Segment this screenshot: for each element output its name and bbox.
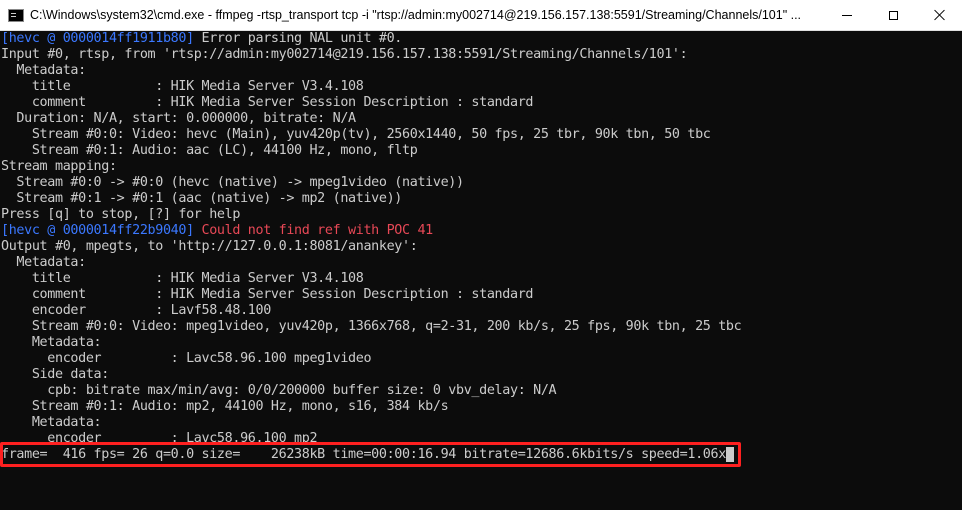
console-line: Duration: N/A, start: 0.000000, bitrate:…: [0, 111, 944, 127]
console-text: Metadata:: [1, 415, 102, 430]
console-line: Stream #0:0: Video: hevc (Main), yuv420p…: [0, 127, 944, 143]
console-line: encoder : Lavc58.96.100 mp2: [0, 431, 944, 447]
scrollbar[interactable]: [945, 31, 962, 510]
console-text: Stream #0:1: Audio: aac (LC), 44100 Hz, …: [1, 143, 418, 158]
console-text: comment : HIK Media Server Session Descr…: [1, 95, 534, 110]
console-text: Stream mapping:: [1, 159, 117, 174]
close-button[interactable]: [916, 0, 962, 30]
console-line: Press [q] to stop, [?] for help: [0, 207, 944, 223]
console-line: Metadata:: [0, 335, 944, 351]
log-source-prefix: [hevc @ 0000014ff1911b80]: [1, 31, 194, 46]
console-text: Duration: N/A, start: 0.000000, bitrate:…: [1, 111, 356, 126]
console-line: Stream #0:0 -> #0:0 (hevc (native) -> mp…: [0, 175, 944, 191]
console-text: cpb: bitrate max/min/avg: 0/0/200000 buf…: [1, 383, 557, 398]
window-controls: [824, 0, 962, 30]
console-line: Side data:: [0, 367, 944, 383]
console-line: Stream #0:1: Audio: aac (LC), 44100 Hz, …: [0, 143, 944, 159]
maximize-button[interactable]: [870, 0, 916, 30]
error-message: Could not find ref with POC 41: [193, 223, 434, 238]
console-text: title : HIK Media Server V3.4.108: [1, 271, 364, 286]
console-text: Input #0, rtsp, from 'rtsp://admin:my002…: [1, 47, 688, 62]
minimize-button[interactable]: [824, 0, 870, 30]
progress-status-line: frame= 416 fps= 26 q=0.0 size= 26238kB t…: [0, 447, 944, 463]
console-text: Stream #0:0: Video: hevc (Main), yuv420p…: [1, 127, 711, 142]
console-line: Stream #0:0: Video: mpeg1video, yuv420p,…: [0, 319, 944, 335]
console-text: Press [q] to stop, [?] for help: [1, 207, 241, 222]
console-line: title : HIK Media Server V3.4.108: [0, 271, 944, 287]
console-text: Stream #0:1 -> #0:1 (aac (native) -> mp2…: [1, 191, 403, 206]
console-text: Metadata:: [1, 255, 86, 270]
close-icon: [933, 9, 945, 21]
console-text: encoder : Lavc58.96.100 mp2: [1, 431, 318, 446]
minimize-icon: [842, 14, 852, 16]
console-text: Side data:: [1, 367, 109, 382]
console-line: cpb: bitrate max/min/avg: 0/0/200000 buf…: [0, 383, 944, 399]
console-text: Output #0, mpegts, to 'http://127.0.0.1:…: [1, 239, 418, 254]
console-line: Metadata:: [0, 415, 944, 431]
console-text: encoder : Lavf58.48.100: [1, 303, 271, 318]
console-line: [hevc @ 0000014ff22b9040] Could not find…: [0, 223, 944, 239]
console-line: title : HIK Media Server V3.4.108: [0, 79, 944, 95]
console-text: Metadata:: [1, 335, 102, 350]
console-line: comment : HIK Media Server Session Descr…: [0, 95, 944, 111]
console-line: encoder : Lavc58.96.100 mpeg1video: [0, 351, 944, 367]
console-line: Metadata:: [0, 63, 944, 79]
console-line: encoder : Lavf58.48.100: [0, 303, 944, 319]
console-text: encoder : Lavc58.96.100 mpeg1video: [1, 351, 372, 366]
console-text: frame= 416 fps= 26 q=0.0 size= 26238kB t…: [1, 447, 726, 462]
console-line: Stream #0:1 -> #0:1 (aac (native) -> mp2…: [0, 191, 944, 207]
console-line: Output #0, mpegts, to 'http://127.0.0.1:…: [0, 239, 944, 255]
console-text: Stream #0:0: Video: mpeg1video, yuv420p,…: [1, 319, 742, 334]
console-line: comment : HIK Media Server Session Descr…: [0, 287, 944, 303]
window-title: C:\Windows\system32\cmd.exe - ffmpeg -rt…: [30, 8, 802, 22]
cmd-icon: [8, 8, 24, 22]
console-text: Stream #0:0 -> #0:0 (hevc (native) -> mp…: [1, 175, 464, 190]
console-text: title : HIK Media Server V3.4.108: [1, 79, 364, 94]
console-output[interactable]: [hevc @ 0000014ff1911b80] Error parsing …: [0, 31, 944, 510]
log-source-prefix: [hevc @ 0000014ff22b9040]: [1, 223, 194, 238]
console-text: Metadata:: [1, 63, 86, 78]
console-line: Input #0, rtsp, from 'rtsp://admin:my002…: [0, 47, 944, 63]
text-cursor: [725, 447, 734, 462]
console-text: Error parsing NAL unit #0.: [193, 31, 403, 46]
console-line: Metadata:: [0, 255, 944, 271]
console-text: Stream #0:1: Audio: mp2, 44100 Hz, mono,…: [1, 399, 449, 414]
console-line: [hevc @ 0000014ff1911b80] Error parsing …: [0, 31, 944, 47]
console-line: Stream mapping:: [0, 159, 944, 175]
console-line: Stream #0:1: Audio: mp2, 44100 Hz, mono,…: [0, 399, 944, 415]
maximize-icon: [888, 10, 898, 20]
console-text: comment : HIK Media Server Session Descr…: [1, 287, 534, 302]
title-bar[interactable]: C:\Windows\system32\cmd.exe - ffmpeg -rt…: [0, 0, 962, 31]
